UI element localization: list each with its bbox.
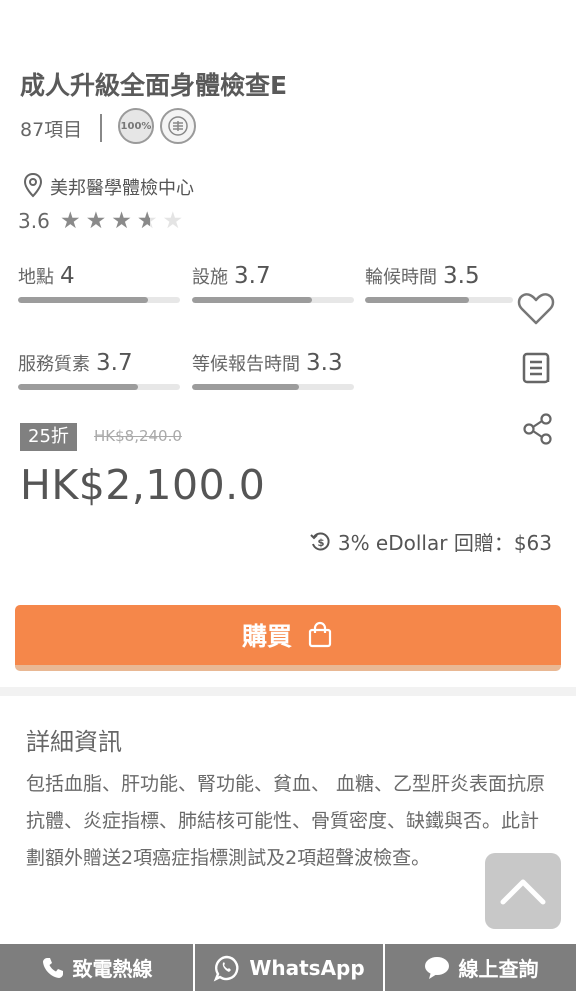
bottom-action-bar: 致電熱線 WhatsApp 線上查詢 [0,944,576,991]
details-text: 包括血脂、肝功能、腎功能、貧血、 血糖、乙型肝炎表面抗原抗體、炎症指標、肺結核可… [26,773,546,869]
edollar-text: 3% eDollar 回贈：$63 [337,531,552,555]
badge-seal-icon [160,108,196,144]
whatsapp-icon [214,955,239,981]
heart-icon[interactable] [516,289,556,329]
online-enquiry-label: 線上查詢 [458,957,539,981]
star-icon: ★ [60,208,86,234]
metric-value: 3.7 [96,350,133,376]
shopping-bag-icon [308,621,332,648]
metric-location: 地點 4 [18,263,180,303]
cashback-icon: $ [310,532,330,550]
chevron-up-icon [500,879,546,905]
back-to-top-button[interactable] [485,853,561,929]
metric-bar-fill [192,384,299,390]
metric-value: 4 [60,263,75,289]
star-icon: ★ [111,208,137,234]
metric-bar [192,384,354,390]
buy-button[interactable]: 購買 [15,605,561,671]
metric-bar-fill [18,384,138,390]
metric-bar [18,384,180,390]
star-empty-icon: ★ [162,208,189,234]
metric-report-waiting-time: 等候報告時間 3.3 [192,350,354,390]
metric-bar [365,297,513,303]
current-price: HK$2,100.0 [20,461,266,509]
metric-label: 服務質素 [18,354,90,375]
call-hotline-button[interactable]: 致電熱線 [0,944,193,991]
metric-label: 地點 [18,267,54,288]
badge-100-icon: 100% [118,108,154,144]
whatsapp-button[interactable]: WhatsApp [193,944,383,991]
metric-waiting-time: 輪候時間 3.5 [365,263,513,303]
metric-bar [18,297,180,303]
chat-icon [424,956,449,979]
star-half-icon: ★ [137,208,163,234]
whatsapp-label: WhatsApp [249,955,365,980]
call-hotline-label: 致電熱線 [72,957,153,981]
location-pin-icon [23,172,43,198]
metric-value: 3.3 [306,350,343,376]
original-price: HK$8,240.0 [94,427,182,445]
metric-bar-fill [18,297,148,303]
metric-value: 3.5 [443,263,480,289]
metric-bar-fill [192,297,312,303]
center-name[interactable]: 美邦醫學體檢中心 [50,174,194,200]
online-enquiry-button[interactable]: 線上查詢 [383,944,576,991]
item-count: 87項目 [20,119,83,141]
product-title: 成人升級全面身體檢查E [20,71,288,100]
rating-value: 3.6 [18,209,50,233]
discount-badge: 25折 [20,423,77,451]
metric-label: 等候報告時間 [192,354,300,375]
metric-label: 輪候時間 [365,267,437,288]
metric-service-quality: 服務質素 3.7 [18,350,180,390]
metric-value: 3.7 [234,263,271,289]
edollar-rebate: $ 3% eDollar 回贈：$63 [310,527,552,556]
section-divider [0,687,576,696]
svg-text:$: $ [317,538,324,549]
document-icon[interactable] [520,350,554,386]
details-title: 詳細資訊 [26,728,122,756]
metric-bar-fill [365,297,469,303]
buy-button-label: 購買 [241,622,292,651]
phone-icon [42,957,63,978]
star-icon: ★ [85,208,112,234]
seal-icon [168,116,188,136]
divider [100,114,102,142]
metric-label: 設施 [192,267,228,288]
metric-bar [192,297,354,303]
share-icon[interactable] [521,412,555,446]
rating-stars: ★★★★ ★ [60,208,188,234]
metric-facilities: 設施 3.7 [192,263,354,303]
